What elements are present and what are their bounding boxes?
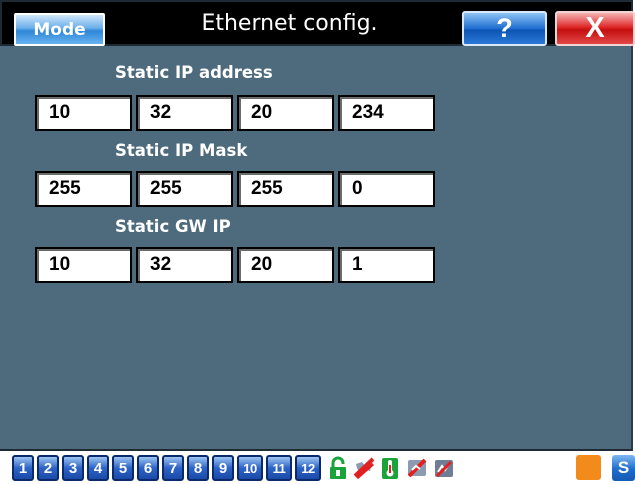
page-12-button[interactable]: 12 <box>295 455 321 481</box>
ip-octet-3-field[interactable]: 20 <box>237 95 334 131</box>
page-10-button[interactable]: 10 <box>237 455 263 481</box>
page-8-button[interactable]: 8 <box>187 455 209 481</box>
page-3-button[interactable]: 3 <box>62 455 84 481</box>
page-title: Ethernet config. <box>201 10 378 36</box>
mask-octet-1-field[interactable]: 255 <box>35 171 132 207</box>
page-2-button[interactable]: 2 <box>37 455 59 481</box>
no-alarm-icon[interactable] <box>433 455 455 481</box>
mask-octet-3-field[interactable]: 255 <box>237 171 334 207</box>
thermometer-icon[interactable] <box>379 455 401 481</box>
gw-octet-4-field[interactable]: 1 <box>338 247 435 283</box>
ip-octet-1-field[interactable]: 10 <box>35 95 132 131</box>
page-7-button[interactable]: 7 <box>162 455 184 481</box>
help-button[interactable]: ? <box>462 11 547 46</box>
ip-octet-4-field[interactable]: 234 <box>338 95 435 131</box>
close-button[interactable]: X <box>555 11 635 46</box>
page-1-button[interactable]: 1 <box>12 455 34 481</box>
gw-octet-1-field[interactable]: 10 <box>35 247 132 283</box>
page-5-button[interactable]: 5 <box>112 455 134 481</box>
gw-octet-2-field[interactable]: 32 <box>136 247 233 283</box>
config-window: Mode Ethernet config. ? X Static IP addr… <box>0 0 635 451</box>
help-icon: ? <box>496 13 513 43</box>
ip-octet-2-field[interactable]: 32 <box>136 95 233 131</box>
page-6-button[interactable]: 6 <box>137 455 159 481</box>
static-mask-label: Static IP Mask <box>115 141 248 160</box>
unlock-icon[interactable] <box>327 455 349 481</box>
orange-status-icon[interactable] <box>576 455 601 480</box>
page-11-button[interactable]: 11 <box>266 455 292 481</box>
page-4-button[interactable]: 4 <box>87 455 109 481</box>
mode-button[interactable]: Mode <box>14 13 105 46</box>
bottom-toolbar: 1 2 3 4 5 6 7 8 9 10 11 12 S <box>0 451 635 484</box>
static-gw-label: Static GW IP <box>115 217 231 236</box>
mask-octet-2-field[interactable]: 255 <box>136 171 233 207</box>
no-heat-icon[interactable] <box>406 455 428 481</box>
close-icon: X <box>585 12 605 44</box>
no-fan-icon[interactable] <box>353 455 375 481</box>
gw-octet-3-field[interactable]: 20 <box>237 247 334 283</box>
title-bar: Mode Ethernet config. ? X <box>0 0 635 46</box>
mask-octet-4-field[interactable]: 0 <box>338 171 435 207</box>
page-9-button[interactable]: 9 <box>212 455 234 481</box>
s-button[interactable]: S <box>612 455 635 481</box>
static-ip-label: Static IP address <box>115 63 273 82</box>
